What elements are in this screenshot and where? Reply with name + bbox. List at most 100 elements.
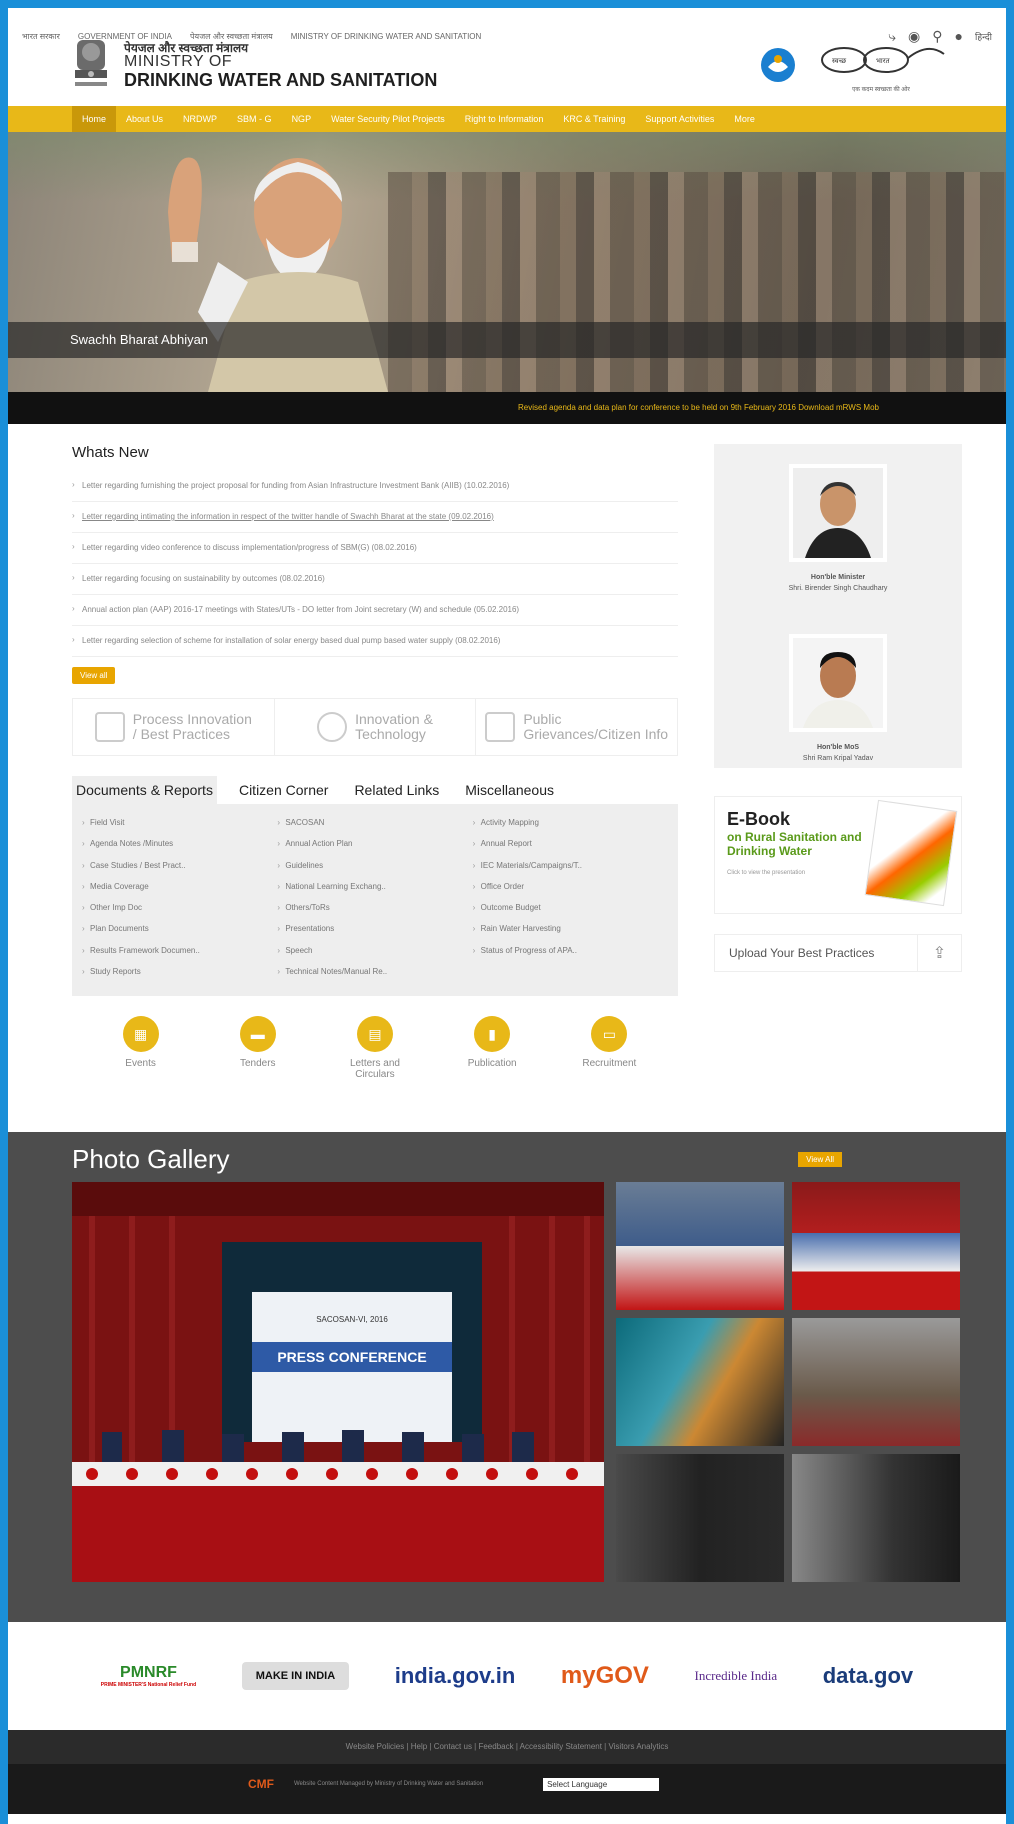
gallery-thumb[interactable] (616, 1182, 784, 1310)
minister-name: Shri. Birender Singh Chaudhary (788, 585, 888, 592)
upload-icon[interactable]: ⇪ (917, 935, 961, 971)
nav-water-security[interactable]: Water Security Pilot Projects (321, 106, 455, 132)
nav-about[interactable]: About Us (116, 106, 173, 132)
hero-banner[interactable]: Swachh Bharat Abhiyan (8, 132, 1006, 392)
sacosan-text: SACOSAN-VI, 2016 (316, 1315, 388, 1324)
network-icon (94, 712, 125, 742)
footer: Website Policies | Help | Contact us | F… (8, 1730, 1006, 1814)
partner-logos: PMNRF PRIME MINISTER'S National Relief Fu… (8, 1622, 1006, 1730)
mos-photo[interactable] (789, 634, 887, 732)
minister-title: Hon'ble Minister (810, 574, 866, 581)
page: भारत सरकार GOVERNMENT OF INDIA पेयजल और … (8, 8, 1006, 1824)
tab-miscellaneous[interactable]: Miscellaneous (461, 776, 558, 804)
doc-link[interactable]: Annual Report (473, 839, 668, 854)
language-select[interactable]: Select Language (543, 1777, 660, 1791)
quick-icons: ▦ Events ▬ Tenders ▤ Letters and Circulars … (72, 1016, 678, 1080)
recruitment-link[interactable]: ▭ Recruitment (564, 1016, 654, 1080)
doc-link[interactable]: Field Visit (82, 818, 277, 833)
tab-related-links[interactable]: Related Links (350, 776, 443, 804)
nav-ngp[interactable]: NGP (282, 106, 322, 132)
quick-public-grievances[interactable]: Public Grievances/Citizen Info (476, 699, 677, 755)
gallery-thumb[interactable] (792, 1182, 960, 1310)
mos-name: Shri Ram Kripal Yadav (802, 755, 874, 762)
gallery-thumb[interactable] (792, 1454, 960, 1582)
gallery-main-photo[interactable]: PRESS CONFERENCE SACOSAN-VI, 2016 (72, 1182, 604, 1582)
doc-link[interactable]: Presentations (277, 924, 472, 939)
nav-nrdwp[interactable]: NRDWP (173, 106, 227, 132)
doc-link[interactable]: Outcome Budget (473, 903, 668, 918)
doc-link[interactable]: Speech (277, 946, 472, 961)
doc-link[interactable]: Status of Progress of APA.. (473, 946, 668, 961)
nav-support[interactable]: Support Activities (635, 106, 724, 132)
doc-link[interactable]: Agenda Notes /Minutes (82, 839, 277, 854)
letters-link[interactable]: ▤ Letters and Circulars (330, 1016, 420, 1080)
doc-link[interactable]: Office Order (473, 882, 668, 897)
doc-link[interactable]: Results Framework Documen.. (82, 946, 277, 961)
mygov-logo[interactable]: myGOV (561, 1662, 649, 1690)
news-item[interactable]: Letter regarding furnishing the project … (72, 471, 678, 502)
gallery-title: Photo Gallery (72, 1144, 230, 1174)
doc-link[interactable]: Media Coverage (82, 882, 277, 897)
news-item[interactable]: Annual action plan (AAP) 2016-17 meeting… (72, 595, 678, 626)
nav-rti[interactable]: Right to Information (455, 106, 554, 132)
footer-links[interactable]: Website Policies | Help | Contact us | F… (8, 1730, 1006, 1764)
doc-link[interactable]: Activity Mapping (473, 818, 668, 833)
doc-link[interactable]: SACOSAN (277, 818, 472, 833)
doc-link[interactable]: National Learning Exchang.. (277, 882, 472, 897)
gallery-view-all-button[interactable]: View All (798, 1152, 842, 1167)
pmnrf-logo[interactable]: PMNRF PRIME MINISTER'S National Relief Fu… (101, 1664, 196, 1688)
ministry-line1: MINISTRY OF (124, 53, 233, 71)
doc-link[interactable]: Annual Action Plan (277, 839, 472, 854)
incredible-india-logo[interactable]: Incredible India (694, 1668, 777, 1684)
letter-icon: ▤ (356, 1016, 393, 1052)
nav-krc[interactable]: KRC & Training (553, 106, 635, 132)
id-card-icon: ▭ (591, 1016, 628, 1052)
tab-documents-reports[interactable]: Documents & Reports (72, 776, 217, 804)
upload-best-practices[interactable]: Upload Your Best Practices ⇪ (714, 934, 962, 972)
tab-citizen-corner[interactable]: Citizen Corner (235, 776, 332, 804)
whats-new-view-all-button[interactable]: View all (72, 667, 116, 684)
events-link[interactable]: ▦ Events (96, 1016, 186, 1080)
news-ticker[interactable]: Revised agenda and data plan for confere… (8, 392, 1006, 424)
tenders-link[interactable]: ▬ Tenders (213, 1016, 303, 1080)
quick-process-innovation[interactable]: Process Innovation / Best Practices (73, 699, 275, 755)
publication-link[interactable]: ▮ Publication (447, 1016, 537, 1080)
india-gov-logo[interactable]: india.gov.in (395, 1663, 516, 1689)
data-gov-logo[interactable]: data.gov (823, 1663, 913, 1689)
doc-link[interactable]: Other Imp Doc (82, 903, 277, 918)
ministers-box: Hon'ble Minister Shri. Birender Singh Cha… (714, 444, 962, 768)
crowd-image (388, 172, 1006, 392)
doc-link[interactable]: Others/ToRs (277, 903, 472, 918)
doc-link[interactable]: Guidelines (277, 861, 472, 876)
doc-link[interactable]: Plan Documents (82, 924, 277, 939)
minister-photo[interactable] (789, 464, 887, 562)
national-emblem-icon[interactable] (68, 35, 114, 97)
ebook-banner[interactable]: E-Book on Rural Sanitation and Drinking … (714, 796, 962, 914)
doc-link[interactable]: Technical Notes/Manual Re.. (277, 967, 472, 982)
nav-more[interactable]: More (724, 106, 765, 132)
news-item[interactable]: Letter regarding focusing on sustainabil… (72, 564, 678, 595)
whats-new-title: Whats New (72, 444, 149, 461)
whats-new-list: Letter regarding furnishing the project … (72, 471, 678, 657)
nav-sbm[interactable]: SBM - G (227, 106, 282, 132)
doc-link[interactable]: Case Studies / Best Pract.. (82, 861, 277, 876)
press-conference-text: PRESS CONFERENCE (277, 1349, 426, 1365)
bulb-icon (317, 712, 348, 742)
news-item[interactable]: Letter regarding video conference to dis… (72, 533, 678, 564)
news-item[interactable]: Letter regarding intimating the informat… (72, 502, 678, 533)
quick-innovation-technology[interactable]: Innovation & Technology (275, 699, 477, 755)
gallery-thumb[interactable] (792, 1318, 960, 1446)
site-header: पेयजल और स्वच्छता मंत्रालय MINISTRY OF D… (8, 30, 1006, 102)
doc-link[interactable]: Rain Water Harvesting (473, 924, 668, 939)
gallery-thumb[interactable] (616, 1454, 784, 1582)
upload-label: Upload Your Best Practices (729, 946, 875, 960)
svg-text:भारत: भारत (876, 58, 891, 65)
make-in-india-logo[interactable]: MAKE IN INDIA (241, 1662, 350, 1690)
nav-home[interactable]: Home (72, 106, 117, 132)
doc-link[interactable]: IEC Materials/Campaigns/T.. (473, 861, 668, 876)
gallery-thumb[interactable] (616, 1318, 784, 1446)
news-item[interactable]: Letter regarding selection of scheme for… (72, 626, 678, 657)
doc-link[interactable]: Study Reports (82, 967, 277, 982)
ebook-cover (864, 799, 958, 907)
quick-links: Process Innovation / Best Practices Innov… (72, 698, 678, 756)
